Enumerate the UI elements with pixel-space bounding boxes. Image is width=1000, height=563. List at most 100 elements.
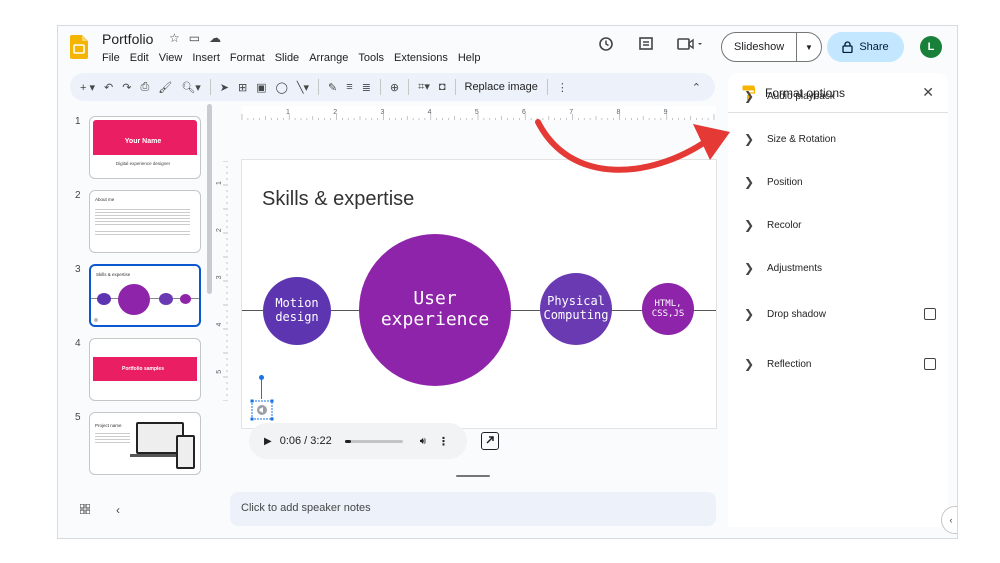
- move-folder-icon[interactable]: ▭: [189, 31, 200, 45]
- format-option-size-rotation[interactable]: ❯ Size & Rotation: [744, 132, 936, 146]
- slideshow-button[interactable]: Slideshow ▼: [721, 32, 822, 62]
- menu-item-slide[interactable]: Slide: [275, 52, 299, 64]
- border-color-icon[interactable]: ✎: [328, 81, 337, 94]
- share-label: Share: [859, 41, 889, 53]
- history-icon[interactable]: [598, 36, 614, 52]
- mask-image-icon[interactable]: ◘: [439, 81, 446, 93]
- play-icon[interactable]: ▶: [264, 436, 272, 447]
- menu-item-view[interactable]: View: [159, 52, 183, 64]
- crop-icon[interactable]: ⌗▾: [418, 80, 430, 94]
- player-more-icon[interactable]: ⋮: [438, 435, 449, 448]
- menu-item-file[interactable]: File: [102, 52, 120, 64]
- slide-thumbnail-4[interactable]: Portfolio samples: [89, 338, 201, 401]
- speaker-notes[interactable]: Click to add speaker notes: [230, 492, 716, 526]
- toolbar-divider: [379, 79, 381, 95]
- border-weight-icon[interactable]: ≡: [346, 81, 352, 93]
- slide-number: 4: [75, 338, 81, 349]
- rotate-handle[interactable]: [259, 375, 264, 380]
- volume-icon[interactable]: 🔊︎: [420, 436, 426, 447]
- slide-title[interactable]: Skills & expertise: [262, 188, 414, 211]
- menu-item-tools[interactable]: Tools: [358, 52, 384, 64]
- vertical-ruler[interactable]: 1 2 3 4 5: [216, 161, 228, 401]
- menu-item-extensions[interactable]: Extensions: [394, 52, 448, 64]
- format-option-position[interactable]: ❯ Position: [744, 175, 936, 189]
- option-checkbox[interactable]: [924, 358, 936, 370]
- option-label: Reflection: [767, 358, 812, 370]
- audio-progress-bar[interactable]: [344, 439, 403, 443]
- menu-item-edit[interactable]: Edit: [130, 52, 149, 64]
- document-title[interactable]: Portfolio: [102, 31, 153, 47]
- skill-bubble[interactable]: User experience: [359, 234, 511, 386]
- audio-icon[interactable]: [250, 399, 274, 421]
- line-icon[interactable]: ╲▾: [297, 81, 309, 94]
- option-label: Size & Rotation: [767, 133, 836, 145]
- toolbar-divider: [408, 79, 410, 95]
- slide-number: 3: [75, 264, 81, 275]
- option-label: Adjustments: [767, 262, 823, 274]
- undo-icon[interactable]: ↶: [104, 81, 113, 94]
- shape-icon[interactable]: ◯: [276, 81, 288, 94]
- format-option-audio-playback[interactable]: ❯ Audio playback: [744, 89, 936, 103]
- comments-icon[interactable]: [638, 36, 654, 52]
- skill-bubble[interactable]: Physical Computing: [540, 273, 612, 345]
- ruler-label: 1: [286, 109, 290, 116]
- slide-canvas[interactable]: Skills & expertise Motion design User exp…: [242, 160, 716, 428]
- ruler-label: 2: [333, 109, 337, 116]
- slide-thumbnail-3[interactable]: Skills & expertise: [89, 264, 201, 327]
- slide-thumbnail-5[interactable]: Project name: [89, 412, 201, 475]
- notes-resize-handle[interactable]: [456, 475, 490, 477]
- skill-bubble[interactable]: HTML, CSS,JS: [642, 283, 694, 335]
- format-option-reflection[interactable]: ❯ Reflection: [744, 357, 936, 371]
- slide-thumbnail-1[interactable]: Your Name Digital experience designer: [89, 116, 201, 179]
- toolbar-divider: [454, 79, 456, 95]
- thumb-title: About me: [95, 197, 115, 202]
- collapse-filmstrip-icon[interactable]: ‹: [116, 503, 120, 517]
- redo-icon[interactable]: ↷: [122, 81, 131, 94]
- ruler-label: 1: [216, 181, 223, 185]
- ruler-label: 5: [216, 370, 223, 374]
- format-option-drop-shadow[interactable]: ❯ Drop shadow: [744, 307, 936, 321]
- menu-item-format[interactable]: Format: [230, 52, 265, 64]
- audio-progress-fill: [344, 439, 352, 443]
- share-button[interactable]: Share: [827, 32, 904, 62]
- border-dash-icon[interactable]: ≣: [362, 81, 371, 94]
- format-option-recolor[interactable]: ❯ Recolor: [744, 218, 936, 232]
- cloud-status-icon[interactable]: ☁: [209, 31, 221, 45]
- horizontal-ruler[interactable]: 1 2 3 4 5 6 7 8 9: [228, 106, 716, 120]
- image-icon[interactable]: ▣: [256, 81, 266, 94]
- open-in-new-icon[interactable]: [481, 432, 499, 450]
- meet-icon[interactable]: [676, 36, 704, 52]
- menu-item-insert[interactable]: Insert: [192, 52, 220, 64]
- avatar[interactable]: L: [920, 36, 942, 58]
- chevron-right-icon: ❯: [744, 132, 755, 146]
- menu-item-arrange[interactable]: Arrange: [309, 52, 348, 64]
- more-options-icon[interactable]: ⋮: [557, 81, 568, 94]
- option-label: Audio playback: [767, 90, 835, 102]
- format-option-adjustments[interactable]: ❯ Adjustments: [744, 261, 936, 275]
- insert-comment-icon[interactable]: ⊕: [390, 81, 399, 94]
- menu-bar: File Edit View Insert Format Slide Arrange Tool…: [102, 52, 480, 64]
- ruler-label: 4: [216, 323, 223, 327]
- select-icon[interactable]: ➤: [220, 81, 229, 94]
- print-icon[interactable]: ⎙: [140, 81, 149, 94]
- paint-format-icon[interactable]: 🖌: [158, 81, 172, 94]
- collapse-toolbar-icon[interactable]: ⌃: [692, 81, 701, 94]
- option-checkbox[interactable]: [924, 308, 936, 320]
- filmstrip-scrollbar[interactable]: [207, 104, 212, 294]
- audio-time: 0:06 / 3:22: [279, 435, 332, 447]
- ruler-background: [242, 106, 716, 120]
- slideshow-dropdown-icon[interactable]: ▼: [797, 43, 821, 52]
- zoom-icon[interactable]: 🔍︎▾: [181, 81, 201, 94]
- chevron-right-icon: ❯: [744, 357, 755, 371]
- slide-thumbnail-2[interactable]: About me: [89, 190, 201, 253]
- slides-logo-icon[interactable]: [70, 35, 88, 59]
- new-slide-icon[interactable]: + ▾: [80, 81, 95, 94]
- panel-divider: [728, 112, 948, 113]
- star-icon[interactable]: ☆: [169, 31, 180, 45]
- menu-item-help[interactable]: Help: [458, 52, 481, 64]
- side-panel-toggle[interactable]: ‹: [941, 506, 957, 534]
- text-box-icon[interactable]: ⊞: [238, 81, 247, 94]
- skill-bubble[interactable]: Motion design: [263, 277, 331, 345]
- grid-view-icon[interactable]: [80, 504, 90, 514]
- replace-image-button[interactable]: Replace image: [465, 81, 538, 93]
